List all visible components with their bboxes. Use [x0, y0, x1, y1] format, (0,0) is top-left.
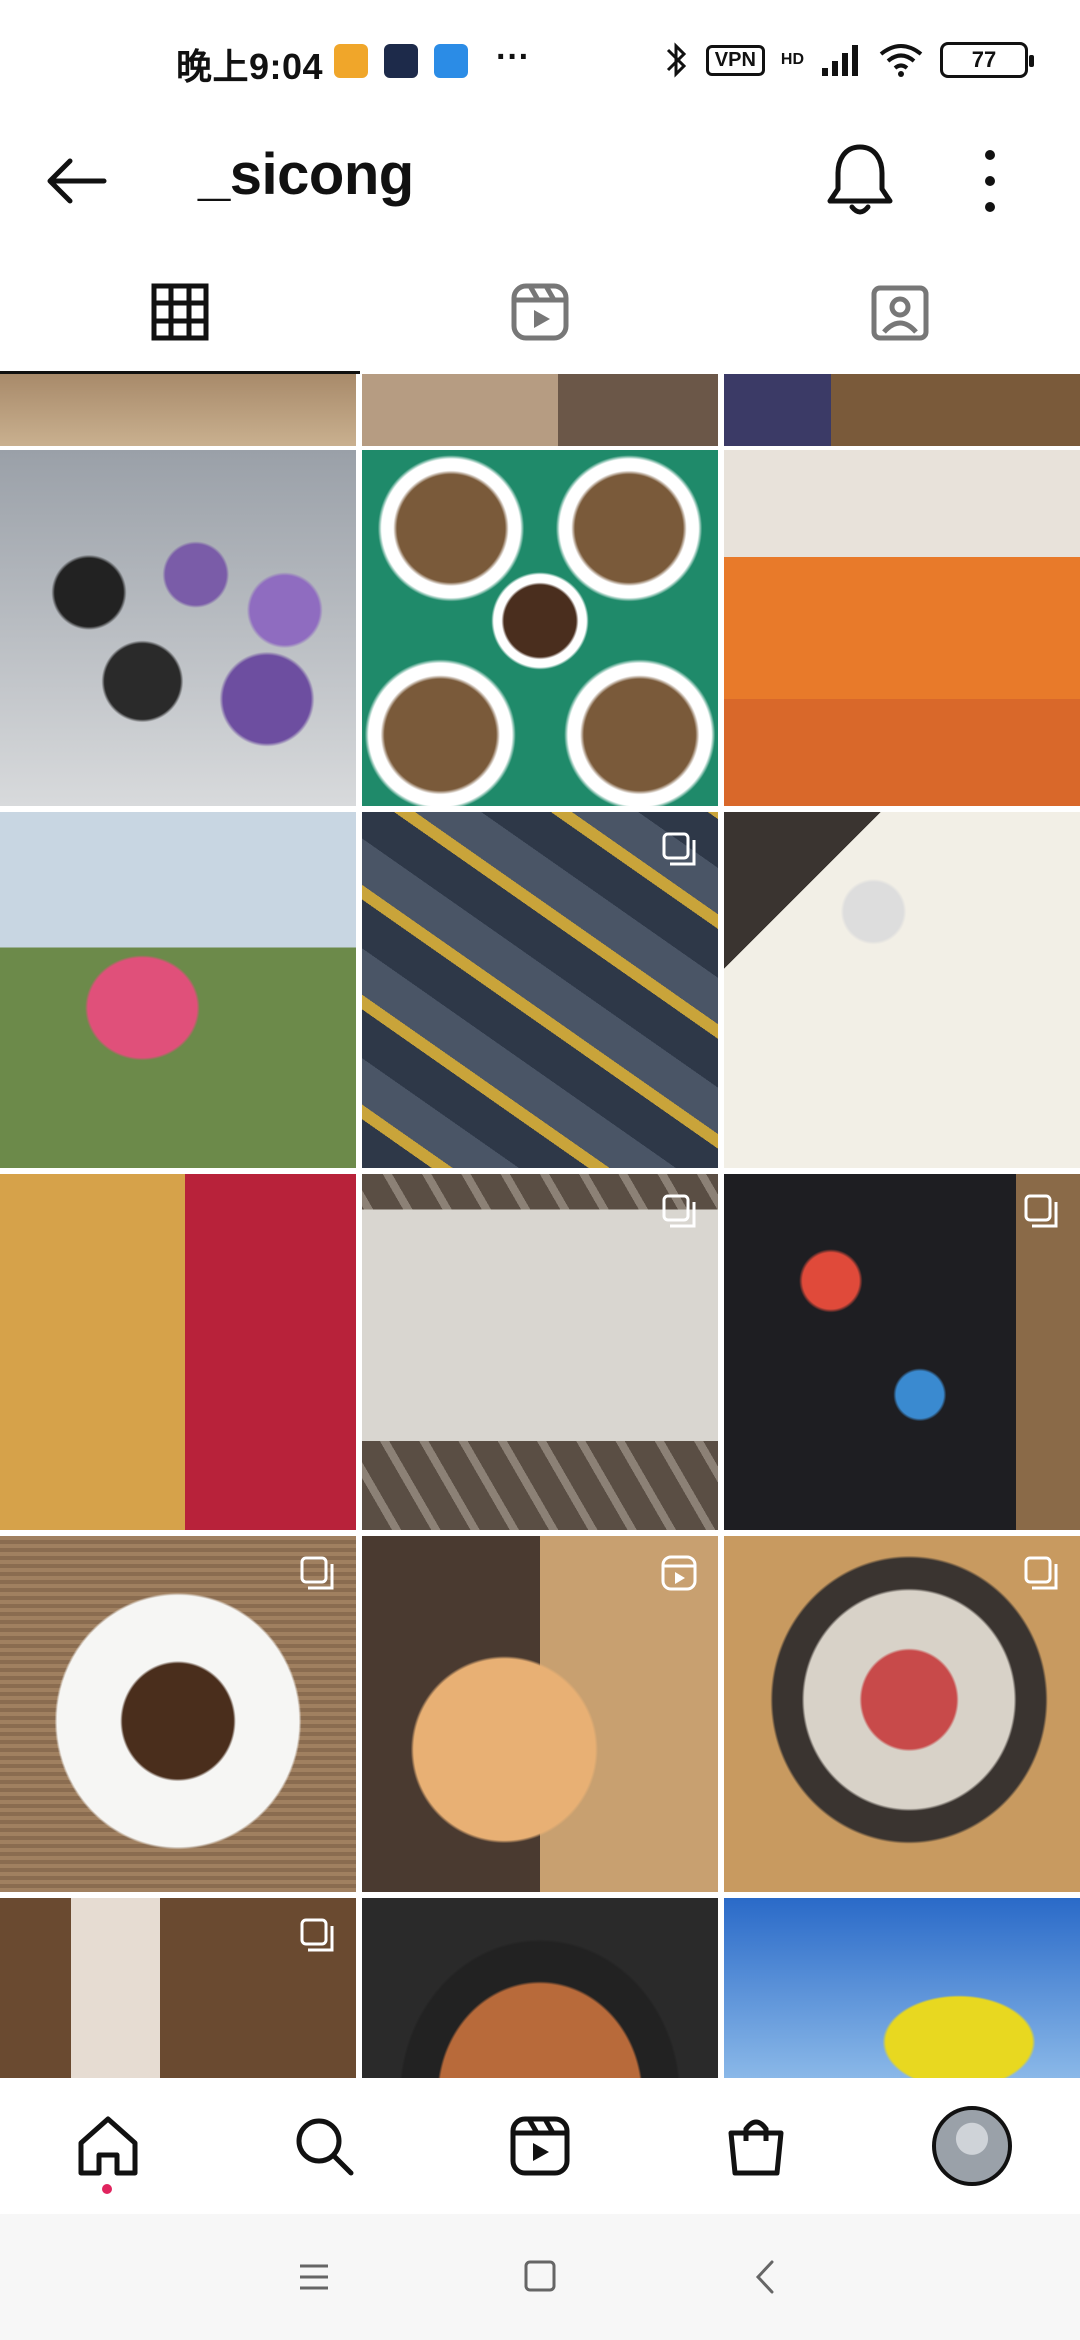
avatar	[932, 2106, 1012, 2186]
post-thumbnail[interactable]	[724, 374, 1080, 446]
system-navigation-bar	[0, 2214, 1080, 2340]
reel-badge-icon	[661, 1555, 697, 1591]
more-options-button[interactable]	[966, 139, 1014, 223]
carousel-badge-icon	[1024, 1194, 1058, 1228]
shop-bag-icon	[728, 2119, 784, 2176]
bottom-navigation	[0, 2078, 1080, 2214]
profile-tabs	[0, 250, 1080, 374]
status-bar: 晚上9:04 ··· VPN HD 77	[0, 0, 1080, 125]
post-thumbnail[interactable]	[0, 1898, 356, 2078]
post-thumbnail[interactable]	[362, 1536, 718, 1892]
post-thumbnail[interactable]	[362, 1174, 718, 1530]
bell-icon	[827, 144, 893, 215]
back-chevron-icon[interactable]	[736, 2252, 796, 2302]
carousel-badge-icon	[300, 1918, 334, 1952]
post-thumbnail[interactable]	[0, 374, 356, 446]
nav-search[interactable]	[216, 2078, 432, 2214]
post-thumbnail[interactable]	[0, 450, 356, 806]
post-thumbnail[interactable]	[362, 450, 718, 806]
post-thumbnail[interactable]	[724, 1898, 1080, 2078]
wifi-icon	[879, 44, 923, 77]
post-thumbnail[interactable]	[0, 1536, 356, 1892]
bluetooth-icon	[666, 42, 686, 78]
battery-indicator: 77	[940, 42, 1034, 78]
post-thumbnail[interactable]	[362, 374, 718, 446]
status-time: 晚上9:04	[176, 46, 324, 87]
profile-username: _sicong	[198, 142, 414, 207]
grid-icon	[151, 283, 209, 341]
carousel-badge-icon	[1024, 1556, 1058, 1590]
post-thumbnail[interactable]	[362, 1898, 718, 2078]
tagged-person-icon	[871, 285, 929, 341]
notification-app-icon-2	[384, 44, 418, 78]
post-thumbnail[interactable]	[362, 812, 718, 1168]
notification-app-icon-3	[434, 44, 468, 78]
post-thumbnail[interactable]	[0, 1174, 356, 1530]
status-icons: VPN HD 77	[664, 40, 1034, 80]
search-icon	[296, 2118, 354, 2176]
back-button[interactable]	[40, 145, 112, 217]
posts-grid	[0, 374, 1080, 2078]
post-thumbnail[interactable]	[724, 450, 1080, 806]
tab-tagged[interactable]	[720, 250, 1080, 374]
profile-header: _sicong	[0, 125, 1080, 235]
post-thumbnail[interactable]	[724, 1536, 1080, 1892]
nav-profile[interactable]	[864, 2078, 1080, 2214]
home-notification-dot	[102, 2184, 112, 2194]
nav-home[interactable]	[0, 2078, 216, 2214]
vpn-badge: VPN	[705, 44, 765, 76]
home-square-icon[interactable]	[510, 2252, 570, 2302]
menu-icon[interactable]	[284, 2252, 344, 2302]
post-thumbnail[interactable]	[0, 812, 356, 1168]
signal-icon	[822, 45, 858, 76]
notifications-button[interactable]	[822, 135, 898, 223]
home-icon	[78, 2116, 138, 2176]
tab-reels[interactable]	[360, 250, 720, 374]
tab-posts[interactable]	[0, 250, 360, 374]
post-thumbnail[interactable]	[724, 1174, 1080, 1530]
reels-icon	[511, 283, 569, 341]
nav-shop[interactable]	[648, 2078, 864, 2214]
carousel-badge-icon	[662, 1194, 696, 1228]
reels-icon	[510, 2116, 570, 2176]
more-vertical-icon	[985, 150, 995, 212]
post-thumbnail[interactable]	[724, 812, 1080, 1168]
nav-reels[interactable]	[432, 2078, 648, 2214]
carousel-badge-icon	[662, 832, 696, 866]
notification-app-icon-1	[334, 44, 368, 78]
network-type-label: HD	[780, 51, 804, 68]
arrow-left-icon	[47, 158, 107, 204]
more-notifications-indicator: ···	[496, 38, 530, 76]
carousel-badge-icon	[300, 1556, 334, 1590]
